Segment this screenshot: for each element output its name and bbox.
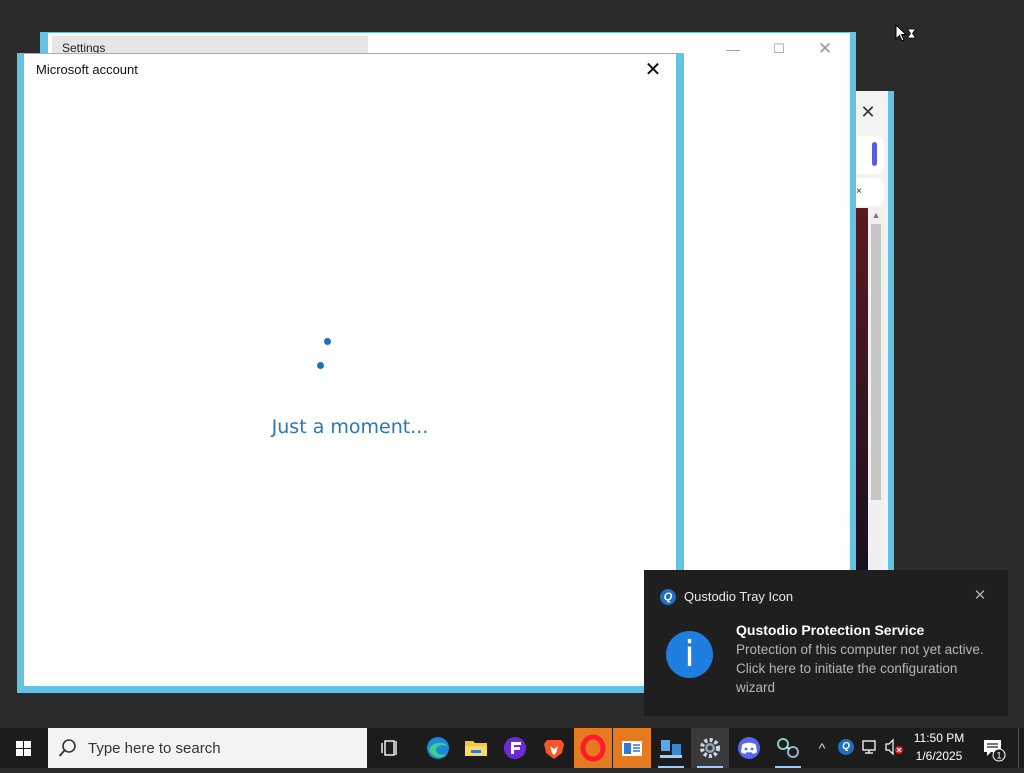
notification-close-button[interactable]: ✕ bbox=[970, 586, 990, 606]
info-icon: i bbox=[666, 631, 713, 678]
discord-taskbar-button[interactable] bbox=[730, 728, 768, 768]
minimize-button[interactable]: — bbox=[722, 38, 744, 60]
task-view-icon bbox=[381, 740, 397, 756]
action-center-button[interactable]: 1 bbox=[982, 736, 1006, 762]
network-tray-icon[interactable] bbox=[861, 738, 879, 756]
tab-indicator bbox=[872, 142, 877, 166]
loading-message: Just a moment... bbox=[271, 416, 429, 438]
gear-icon bbox=[700, 738, 720, 758]
opera-icon bbox=[580, 734, 606, 762]
qustodio-app-icon: Q bbox=[660, 589, 676, 605]
busy-cursor-icon bbox=[895, 23, 919, 46]
notification-title: Qustodio Protection Service bbox=[736, 622, 925, 638]
folder-icon bbox=[465, 741, 487, 756]
loading-spinner-dot bbox=[324, 338, 331, 345]
e-app-taskbar-button[interactable] bbox=[496, 728, 534, 768]
reader-taskbar-button[interactable] bbox=[613, 728, 651, 768]
dialog-close-button[interactable]: ✕ bbox=[640, 58, 666, 82]
network-app-taskbar-button[interactable] bbox=[652, 728, 690, 768]
loading-spinner-dot bbox=[317, 362, 324, 369]
notification-app-name: Qustodio Tray Icon bbox=[684, 589, 794, 604]
discord-icon bbox=[738, 737, 760, 759]
brave-taskbar-button[interactable] bbox=[535, 728, 573, 768]
scrollbar-thumb[interactable] bbox=[871, 224, 881, 500]
settings-taskbar-button[interactable] bbox=[691, 728, 729, 768]
show-hidden-icons-chevron-icon[interactable]: ^ bbox=[812, 732, 832, 764]
search-icon bbox=[58, 738, 78, 758]
microsoft-account-dialog bbox=[24, 54, 676, 686]
brave-icon bbox=[544, 740, 564, 759]
task-view-button[interactable] bbox=[372, 728, 410, 768]
notification-count: 1 bbox=[996, 751, 1001, 761]
e-app-icon bbox=[504, 737, 526, 759]
edge-icon bbox=[427, 737, 449, 759]
background-window-tab[interactable] bbox=[856, 136, 884, 174]
show-desktop-button[interactable] bbox=[1018, 728, 1024, 768]
settings-close-button[interactable]: ✕ bbox=[814, 38, 836, 60]
reader-icon bbox=[622, 741, 642, 756]
dialog-title: Microsoft account bbox=[36, 62, 138, 77]
background-window-tab-close[interactable]: × bbox=[856, 178, 884, 206]
connection-icon bbox=[777, 738, 799, 758]
scroll-up-arrow-icon[interactable]: ▲ bbox=[868, 208, 884, 222]
start-button[interactable] bbox=[0, 728, 48, 768]
opera-taskbar-button[interactable] bbox=[574, 728, 612, 768]
file-explorer-taskbar-button[interactable] bbox=[457, 728, 495, 768]
search-placeholder: Type here to search bbox=[88, 740, 221, 757]
network-icon bbox=[660, 740, 682, 758]
clock-date[interactable]: 1/6/2025 bbox=[906, 749, 972, 763]
maximize-button[interactable]: ☐ bbox=[768, 38, 790, 60]
edge-taskbar-button[interactable] bbox=[419, 728, 457, 768]
volume-muted-icon[interactable] bbox=[884, 738, 904, 756]
notification-body[interactable]: Protection of this computer not yet acti… bbox=[736, 640, 986, 697]
qustodio-tray-icon[interactable]: Q bbox=[838, 739, 854, 755]
clock-time[interactable]: 11:50 PM bbox=[906, 731, 972, 745]
windows-logo-icon bbox=[16, 741, 31, 756]
background-window-close-button[interactable]: ✕ bbox=[856, 98, 880, 126]
connections-taskbar-button[interactable] bbox=[769, 728, 807, 768]
notification-center-icon: 1 bbox=[984, 740, 1006, 762]
background-window-content bbox=[856, 208, 868, 570]
